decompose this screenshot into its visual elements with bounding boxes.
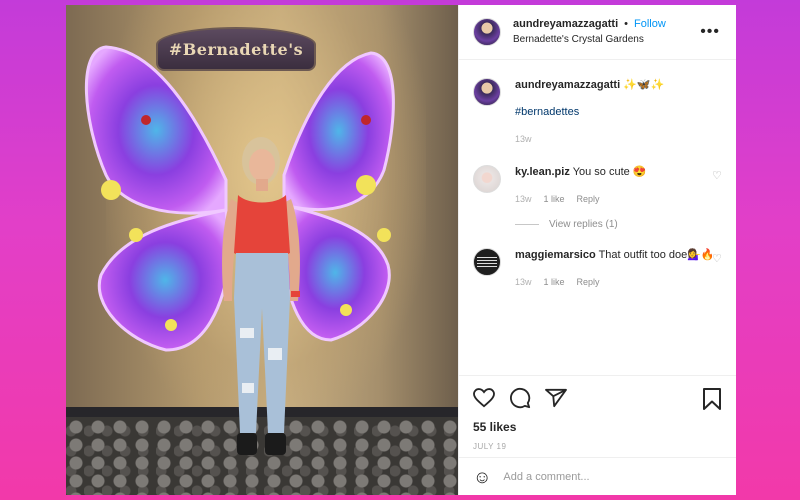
reply-button[interactable]: Reply bbox=[577, 192, 600, 207]
comment-heart-icon[interactable]: ♡ bbox=[712, 171, 722, 182]
add-comment-bar: ☺ bbox=[459, 457, 736, 495]
comment-input[interactable] bbox=[503, 470, 694, 483]
caption-hashtag[interactable]: #bernadettes bbox=[515, 105, 715, 120]
comment-likes[interactable]: 1 like bbox=[544, 275, 565, 290]
post-photo[interactable]: #Bernadette's bbox=[66, 5, 458, 495]
separator-dot: • bbox=[624, 18, 629, 30]
post-header: aundreyamazzagatti • Follow Bernadette's… bbox=[459, 5, 736, 60]
post-side-panel: aundreyamazzagatti • Follow Bernadette's… bbox=[458, 5, 736, 495]
comment-heart-icon[interactable]: ♡ bbox=[712, 254, 722, 265]
post-actions: 55 likes JULY 19 bbox=[459, 375, 736, 451]
comment-likes[interactable]: 1 like bbox=[544, 192, 565, 207]
comment-author[interactable]: ky.lean.piz bbox=[515, 166, 570, 178]
caption-text: ✨🦋✨ bbox=[623, 79, 665, 91]
comment-text: You so cute 😍 bbox=[572, 166, 647, 178]
comment-age[interactable]: 13w bbox=[515, 275, 532, 290]
more-horizontal-icon[interactable]: ••• bbox=[700, 23, 720, 41]
reply-button[interactable]: Reply bbox=[577, 275, 600, 290]
follow-button[interactable]: Follow bbox=[634, 17, 666, 32]
share-icon[interactable] bbox=[545, 388, 567, 408]
author-username[interactable]: aundreyamazzagatti bbox=[513, 17, 618, 32]
comment-author[interactable]: maggiemarsico bbox=[515, 249, 596, 261]
emoji-smile-icon[interactable]: ☺ bbox=[473, 468, 491, 486]
post-date[interactable]: JULY 19 bbox=[473, 442, 722, 451]
caption: aundreyamazzagatti ✨🦋✨ #bernadettes 13w bbox=[473, 78, 722, 147]
heart-icon[interactable] bbox=[473, 388, 495, 408]
post-location[interactable]: Bernadette's Crystal Gardens bbox=[513, 32, 666, 47]
comment: maggiemarsico That outfit too doe💁‍♀️🔥 1… bbox=[473, 248, 722, 290]
comment: ky.lean.piz You so cute 😍 13w 1 like Rep… bbox=[473, 165, 722, 207]
like-count[interactable]: 55 likes bbox=[473, 420, 722, 434]
commenter-avatar[interactable] bbox=[473, 248, 501, 276]
view-replies-link[interactable]: View replies (1) bbox=[515, 219, 722, 230]
commenter-avatar[interactable] bbox=[473, 165, 501, 193]
caption-author[interactable]: aundreyamazzagatti bbox=[515, 79, 620, 91]
author-avatar[interactable] bbox=[473, 18, 501, 46]
caption-age[interactable]: 13w bbox=[515, 132, 532, 147]
comments-section: aundreyamazzagatti ✨🦋✨ #bernadettes 13w … bbox=[459, 60, 736, 290]
comment-text: That outfit too doe💁‍♀️🔥 bbox=[598, 249, 715, 261]
instagram-post: #Bernadette's aundreyamazzagatti • Follo… bbox=[66, 5, 736, 495]
comment-icon[interactable] bbox=[509, 387, 531, 409]
author-avatar[interactable] bbox=[473, 78, 501, 106]
comment-age[interactable]: 13w bbox=[515, 192, 532, 207]
bookmark-icon[interactable] bbox=[702, 388, 722, 410]
woman-figure bbox=[222, 137, 300, 455]
